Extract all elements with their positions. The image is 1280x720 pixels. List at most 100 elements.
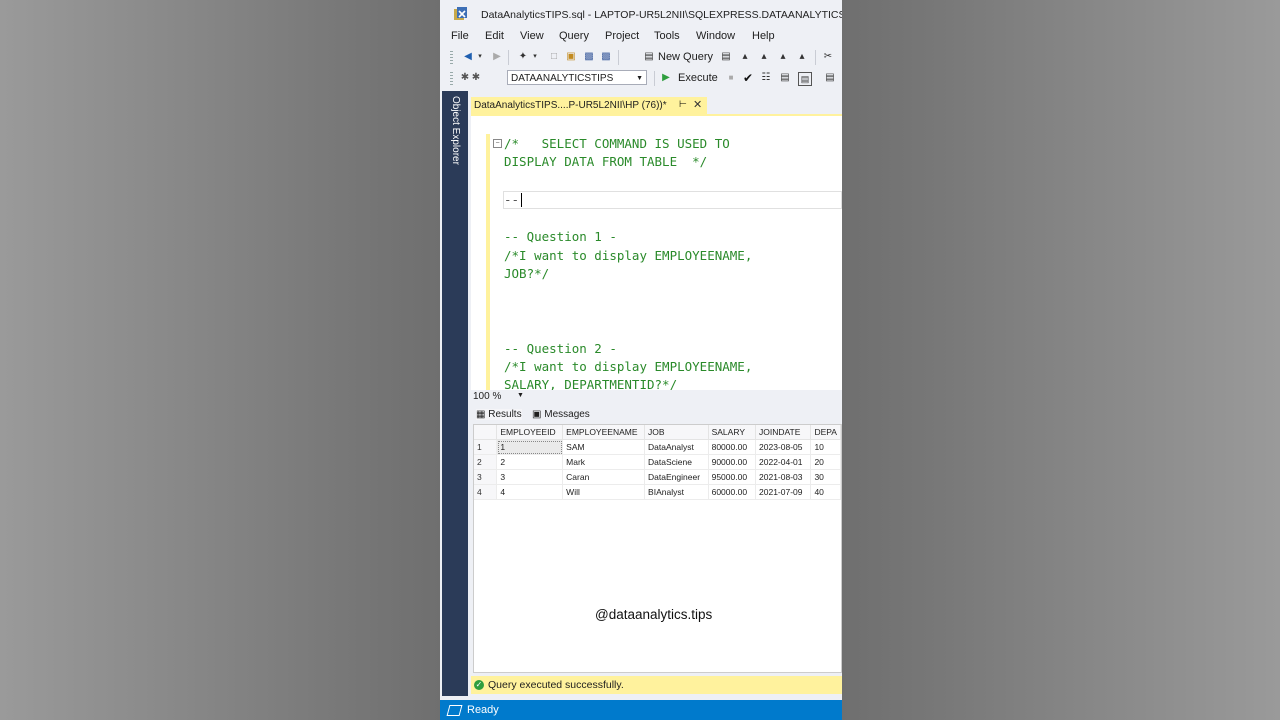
ssms-window: DataAnalyticsTIPS.sql - LAPTOP-UR5L2NII\… [440, 0, 842, 720]
mdx-query-icon[interactable]: ▴ [739, 51, 751, 63]
blurred-background-left [0, 0, 440, 720]
zoom-bar: 100 % ▼ [471, 390, 842, 405]
table-cell[interactable]: 4 [496, 484, 564, 500]
menu-tools[interactable]: Tools [654, 30, 680, 42]
chevron-down-icon[interactable]: ▼ [517, 392, 524, 399]
open-file-icon[interactable]: ▣ [565, 51, 577, 63]
xmla-query-icon[interactable]: ▴ [777, 51, 789, 63]
query-status-bar: ✓ Query executed successfully. [471, 676, 842, 694]
menu-help[interactable]: Help [752, 30, 775, 42]
table-cell[interactable]: Caran [562, 469, 646, 485]
collapse-icon[interactable]: − [493, 139, 502, 148]
execute-button[interactable]: Execute [678, 72, 718, 84]
back-icon[interactable]: ◀ [462, 51, 474, 63]
column-header[interactable]: SALARY [708, 425, 757, 440]
connect-icon[interactable]: ✱ [470, 72, 482, 84]
estimated-plan-icon[interactable]: ☷ [760, 72, 772, 84]
toolbar-separator [508, 50, 509, 65]
messages-icon: ▣ [532, 409, 542, 420]
code-line: /*I want to display EMPLOYEENAME, [504, 359, 753, 374]
menu-query[interactable]: Query [559, 30, 589, 42]
row-number[interactable]: 4 [474, 484, 498, 500]
sql-editor[interactable]: − /* SELECT COMMAND IS USED TO DISPLAY D… [471, 114, 842, 392]
add-item-icon[interactable]: □ [548, 51, 560, 63]
db-query-icon[interactable]: ▤ [720, 51, 732, 63]
change-tracking-bar [486, 134, 490, 392]
parse-check-icon[interactable]: ✔ [742, 72, 754, 84]
table-cell[interactable]: DataSciene [644, 454, 709, 470]
object-explorer-tab[interactable]: Object Explorer [447, 96, 461, 165]
table-row: 1 1 SAM DataAnalyst 80000.00 2023-08-05 … [474, 439, 841, 455]
close-icon[interactable]: ✕ [693, 98, 702, 111]
table-cell[interactable]: 80000.00 [708, 439, 757, 455]
table-cell[interactable]: 10 [810, 439, 841, 455]
table-cell[interactable]: SAM [562, 439, 646, 455]
row-number[interactable]: 2 [474, 454, 498, 470]
pin-icon[interactable]: ⊢ [679, 99, 687, 110]
table-cell[interactable]: Will [562, 484, 646, 500]
table-cell[interactable]: 40 [810, 484, 841, 500]
table-cell[interactable]: 20 [810, 454, 841, 470]
toolbar-grip[interactable] [450, 72, 453, 85]
save-all-icon[interactable]: ▩ [600, 51, 612, 63]
cut-icon[interactable]: ✂ [822, 51, 834, 63]
blurred-background-right [842, 0, 1280, 720]
database-select[interactable]: DATAANALYTICSTIPS ▼ [507, 70, 647, 85]
row-number-header [474, 425, 498, 440]
menu-project[interactable]: Project [605, 30, 639, 42]
dmx-query-icon[interactable]: ▴ [758, 51, 770, 63]
table-cell[interactable]: 30 [810, 469, 841, 485]
save-icon[interactable]: ▩ [583, 51, 595, 63]
tab-messages[interactable]: ▣ Messages [532, 409, 590, 420]
document-tab[interactable]: DataAnalyticsTIPS....P-UR5L2NII\HP (76))… [471, 97, 707, 114]
zoom-level[interactable]: 100 % [473, 391, 501, 402]
table-cell[interactable]: BIAnalyst [644, 484, 709, 500]
results-grid[interactable]: EMPLOYEEID EMPLOYEENAME JOB SALARY JOIND… [473, 424, 842, 673]
object-explorer-rail[interactable] [442, 91, 468, 696]
table-cell[interactable]: 95000.00 [708, 469, 757, 485]
column-header[interactable]: EMPLOYEENAME [562, 425, 646, 440]
table-cell[interactable]: DataEngineer [644, 469, 709, 485]
table-cell[interactable]: 2021-08-03 [755, 469, 812, 485]
table-cell[interactable]: 3 [496, 469, 564, 485]
toolbar-grip[interactable] [450, 51, 453, 64]
table-cell[interactable]: 90000.00 [708, 454, 757, 470]
table-cell[interactable]: 60000.00 [708, 484, 757, 500]
code-line: /*I want to display EMPLOYEENAME, [504, 248, 753, 263]
status-bar: Ready [440, 700, 842, 720]
grid-icon: ▦ [476, 409, 486, 420]
menu-bar: File Edit View Query Project Tools Windo… [440, 28, 842, 46]
column-header[interactable]: DEPA [810, 425, 841, 440]
table-cell[interactable]: 1 [496, 439, 564, 455]
execute-icon[interactable]: ▶ [660, 72, 672, 84]
dax-query-icon[interactable]: ▴ [796, 51, 808, 63]
table-cell[interactable]: Mark [562, 454, 646, 470]
new-project-dropdown-icon[interactable]: ▾ [529, 51, 541, 63]
document-tab-label: DataAnalyticsTIPS....P-UR5L2NII\HP (76))… [474, 100, 667, 111]
table-cell[interactable]: 2022-04-01 [755, 454, 812, 470]
results-to-text-icon[interactable]: ▤ [824, 72, 836, 84]
table-cell[interactable]: 2 [496, 454, 564, 470]
results-to-grid-icon[interactable]: ▤ [798, 72, 812, 86]
menu-file[interactable]: File [451, 30, 469, 42]
menu-window[interactable]: Window [696, 30, 735, 42]
new-project-icon[interactable]: ✦ [517, 51, 529, 63]
new-query-icon[interactable]: ▤ [643, 51, 655, 63]
query-options-icon[interactable]: ▤ [779, 72, 791, 84]
new-query-button[interactable]: New Query [658, 51, 713, 63]
column-header[interactable]: EMPLOYEEID [496, 425, 564, 440]
row-number[interactable]: 1 [474, 439, 498, 455]
menu-edit[interactable]: Edit [485, 30, 504, 42]
cancel-query-icon[interactable]: ■ [725, 72, 737, 84]
tab-results[interactable]: ▦ Results [476, 409, 522, 420]
column-header[interactable]: JOB [644, 425, 709, 440]
table-cell[interactable]: 2023-08-05 [755, 439, 812, 455]
row-number[interactable]: 3 [474, 469, 498, 485]
menu-view[interactable]: View [520, 30, 544, 42]
results-table: EMPLOYEEID EMPLOYEENAME JOB SALARY JOIND… [474, 425, 841, 500]
table-cell[interactable]: DataAnalyst [644, 439, 709, 455]
column-header[interactable]: JOINDATE [755, 425, 812, 440]
table-cell[interactable]: 2021-07-09 [755, 484, 812, 500]
back-dropdown-icon[interactable]: ▾ [474, 51, 486, 63]
forward-icon[interactable]: ▶ [491, 51, 503, 63]
